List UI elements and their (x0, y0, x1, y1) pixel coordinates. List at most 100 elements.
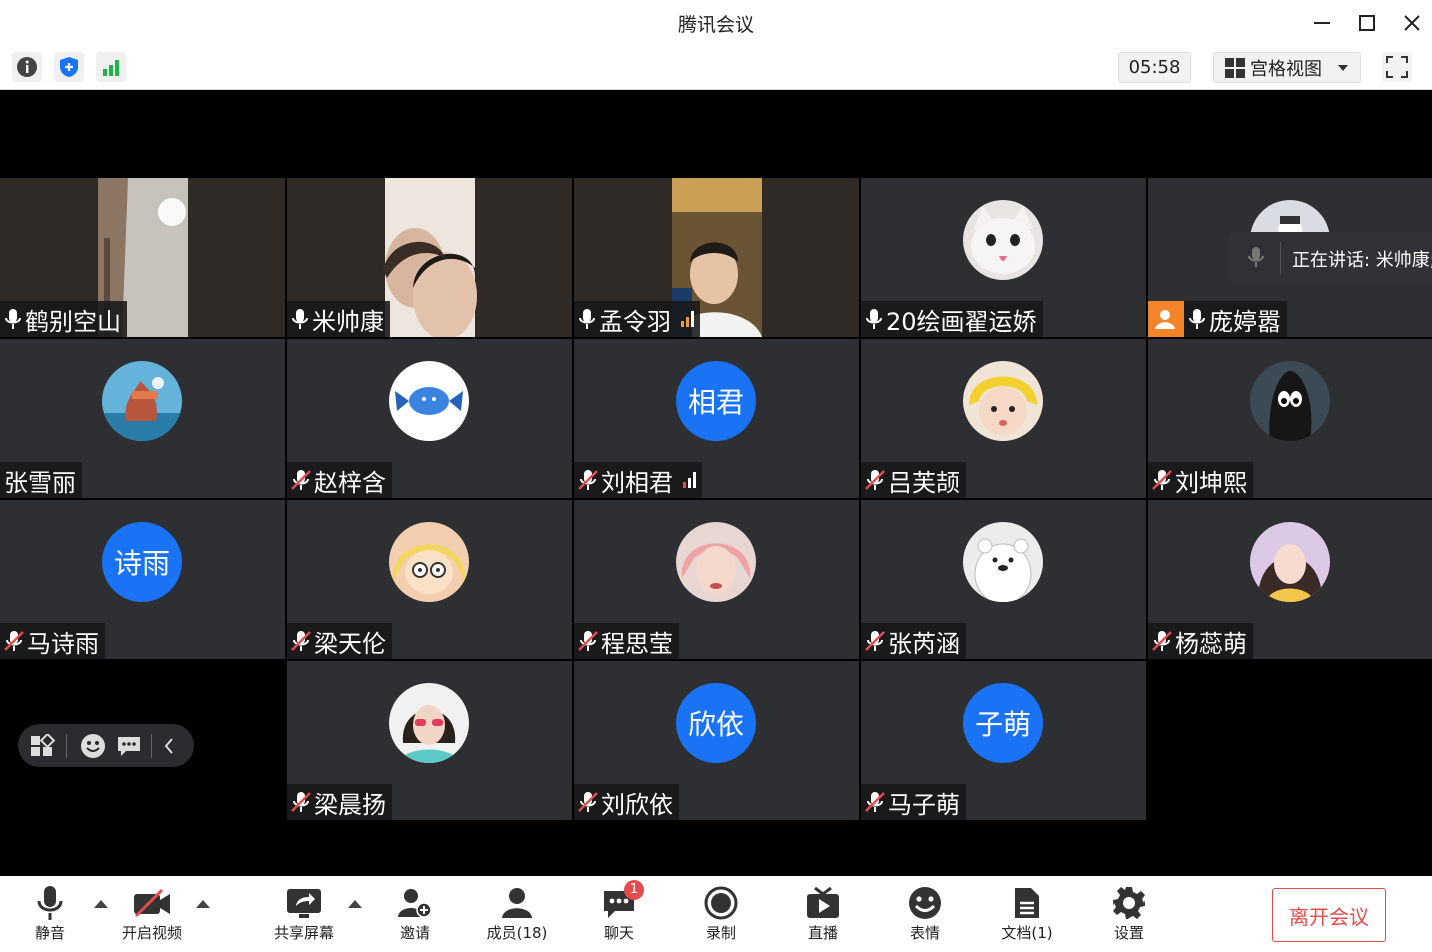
close-button[interactable] (1397, 8, 1427, 38)
participant-name-tag: 吕芙颉 (861, 462, 966, 498)
participant-tile[interactable]: 赵梓含 (287, 339, 572, 498)
muted-microphone-icon (4, 631, 24, 651)
bear-avatar-image (963, 522, 1043, 602)
microphone-icon (1248, 247, 1264, 267)
security-button[interactable] (54, 52, 84, 82)
add-user-icon (398, 889, 432, 918)
muted-microphone-icon (1152, 470, 1172, 490)
share-options-caret[interactable] (348, 900, 362, 908)
avatar-initials: 欣依 (676, 683, 756, 763)
participant-name-tag: 刘欣依 (574, 784, 679, 820)
participant-name-tag: 张雪丽 (0, 462, 82, 498)
microphone-icon (1189, 309, 1205, 329)
live-stream-button[interactable]: 直播 (802, 884, 844, 943)
signal-weak-icon (681, 311, 694, 327)
members-button[interactable]: 成员(18) (482, 884, 552, 943)
grid-view-icon (1225, 57, 1245, 78)
participant-name-tag: 梁晨扬 (287, 784, 392, 820)
audio-options-caret[interactable] (94, 900, 108, 908)
minimize-icon (1314, 22, 1330, 24)
layout-view-dropdown[interactable]: 宫格视图 (1213, 52, 1361, 83)
chat-bubble-icon (118, 737, 140, 756)
participant-tile[interactable]: 吕芙颉 (861, 339, 1146, 498)
signal-poor-icon (683, 472, 696, 488)
participant-name: 刘欣依 (601, 790, 673, 819)
participant-name-tag: 刘相君 (574, 462, 702, 498)
participant-tile[interactable]: 程思莹 (574, 500, 859, 659)
smiley-icon (81, 734, 105, 758)
participant-tile-active-speaker[interactable]: 米帅康 (287, 178, 572, 337)
participant-name-tag: 孟令羽 (574, 301, 700, 337)
record-button[interactable]: 录制 (700, 884, 742, 943)
portrait-avatar-image (389, 683, 469, 763)
participant-tile[interactable]: 张芮涵 (861, 500, 1146, 659)
participant-tile[interactable]: 欣依 刘欣依 (574, 661, 859, 820)
floating-control-bar (18, 724, 194, 767)
participant-name: 张芮涵 (888, 629, 960, 658)
participant-name: 张雪丽 (4, 468, 76, 497)
shield-icon (60, 57, 78, 77)
layout-view-label: 宫格视图 (1250, 58, 1322, 80)
portrait-avatar-image (1250, 522, 1330, 602)
fullscreen-button[interactable] (1382, 52, 1412, 82)
maximize-button[interactable] (1352, 8, 1382, 38)
video-options-caret[interactable] (196, 900, 210, 908)
reaction-button[interactable] (80, 733, 106, 763)
leave-meeting-button[interactable]: 离开会议 (1272, 888, 1386, 942)
mute-button[interactable]: 静音 (26, 884, 74, 943)
illustration-avatar-image (102, 361, 182, 441)
meeting-info-button[interactable] (12, 52, 42, 82)
microphone-icon (579, 309, 595, 329)
participant-tile[interactable]: 杨蕊萌 (1148, 500, 1432, 659)
video-off-icon (134, 888, 170, 918)
avatar (102, 361, 182, 441)
participant-tile[interactable]: 子萌 马子萌 (861, 661, 1146, 820)
avatar-initials: 相君 (676, 361, 756, 441)
chat-mini-button[interactable] (116, 733, 142, 763)
participant-tile[interactable]: 梁晨扬 (287, 661, 572, 820)
close-icon (1404, 15, 1420, 31)
participant-tile[interactable]: 鹤别空山 (0, 178, 285, 337)
participant-name: 吕芙颉 (888, 468, 960, 497)
apps-grid-icon (31, 732, 56, 756)
collapse-button[interactable] (162, 736, 176, 760)
apps-button[interactable] (30, 732, 56, 758)
participant-tile[interactable]: 20绘画翟运娇 (861, 178, 1146, 337)
fullscreen-icon (1386, 56, 1408, 78)
muted-microphone-icon (291, 792, 311, 812)
participant-tile[interactable]: 刘坤熙 (1148, 339, 1432, 498)
participant-name-tag: 鹤别空山 (0, 301, 127, 337)
minimize-button[interactable] (1307, 8, 1337, 38)
participant-name: 鹤别空山 (25, 307, 121, 336)
participant-tile[interactable]: 孟令羽 (574, 178, 859, 337)
participant-tile[interactable]: 张雪丽 (0, 339, 285, 498)
participant-name-tag: 杨蕊萌 (1148, 623, 1253, 659)
settings-label: 设置 (1113, 924, 1144, 942)
live-tv-icon (807, 886, 839, 918)
start-video-button[interactable]: 开启视频 (116, 884, 188, 943)
gear-icon (1113, 887, 1145, 919)
participant-tile[interactable]: 相君 刘相君 (574, 339, 859, 498)
participant-name: 赵梓含 (314, 468, 386, 497)
participant-tile[interactable]: 诗雨 马诗雨 (0, 500, 285, 659)
smiley-icon (909, 887, 941, 919)
microphone-icon (866, 309, 882, 329)
chat-label: 聊天 (603, 924, 634, 942)
participant-tile[interactable]: 梁天伦 (287, 500, 572, 659)
start-video-label: 开启视频 (121, 924, 182, 942)
avatar (389, 683, 469, 763)
meeting-toolbar: 05:58 宫格视图 (0, 46, 1432, 90)
muted-microphone-icon (865, 631, 885, 651)
participant-name: 程思莹 (601, 629, 673, 658)
chevron-down-icon (1338, 64, 1348, 71)
muted-microphone-icon (865, 470, 885, 490)
share-screen-button[interactable]: 共享屏幕 (266, 884, 342, 943)
chat-button[interactable]: 1 聊天 (598, 880, 644, 943)
emoji-button[interactable]: 表情 (904, 884, 946, 943)
invite-button[interactable]: 邀请 (393, 884, 437, 943)
avatar (389, 361, 469, 441)
documents-button[interactable]: 文档(1) (997, 884, 1057, 943)
network-status-button[interactable] (96, 52, 126, 82)
settings-button[interactable]: 设置 (1108, 884, 1150, 943)
microphone-icon (37, 886, 63, 920)
